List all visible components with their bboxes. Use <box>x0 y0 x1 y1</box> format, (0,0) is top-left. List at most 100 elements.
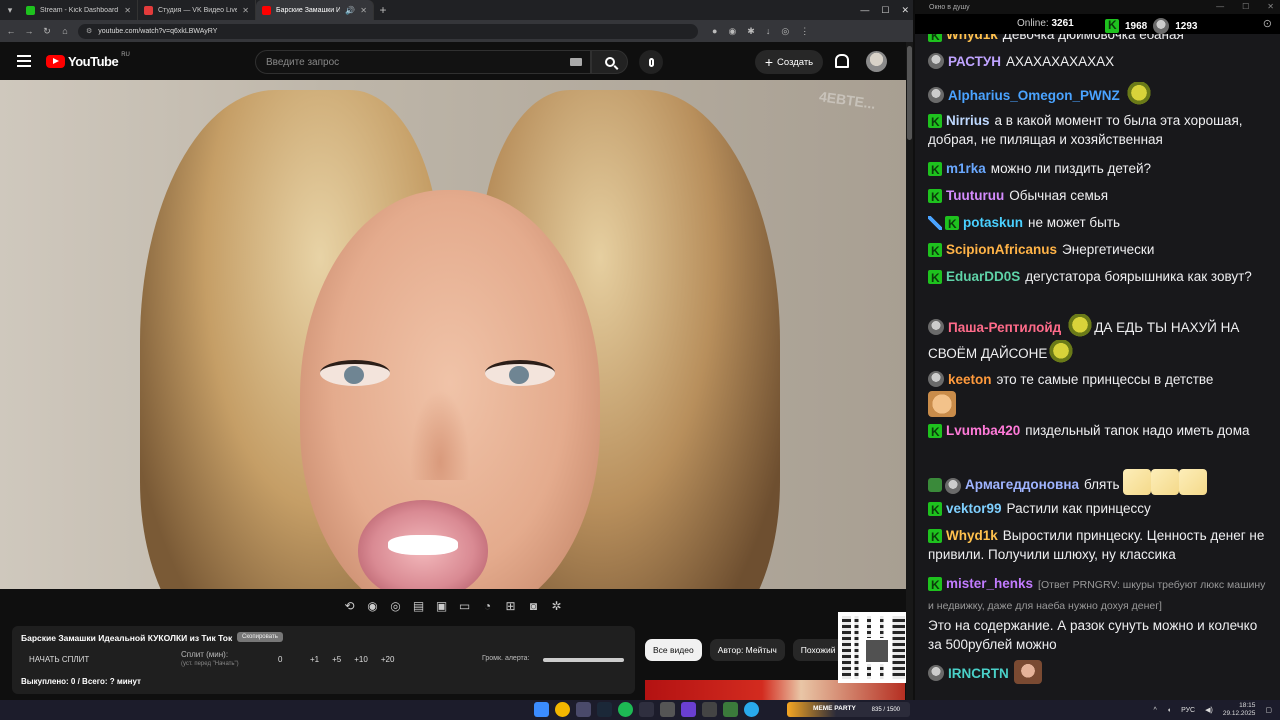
chat-username[interactable]: Lvumba420 <box>946 423 1020 438</box>
speaker-icon[interactable]: 🔊 <box>345 6 355 15</box>
chat-username[interactable]: Tuuturuu <box>946 188 1004 203</box>
create-button[interactable]: + Создать <box>755 50 823 74</box>
clapper-icon[interactable]: ▤ <box>412 599 426 613</box>
chat-username[interactable]: vektor99 <box>946 501 1002 516</box>
close-tab-icon[interactable]: ✕ <box>124 6 131 15</box>
add-screen-icon[interactable]: ⊞ <box>504 599 518 613</box>
chip-author[interactable]: Автор: Мейтыч <box>709 639 785 661</box>
close-window-icon[interactable]: ✕ <box>901 5 909 16</box>
message-badges <box>928 576 942 595</box>
chat-username[interactable]: IRNCRTN <box>948 666 1009 681</box>
close-window-icon[interactable]: ✕ <box>1267 2 1274 11</box>
screenshot-icon[interactable]: ◙ <box>527 599 541 613</box>
new-tab-icon[interactable]: + <box>374 3 392 17</box>
region-code: RU <box>121 52 130 58</box>
meme-party-label: MEME PARTY <box>813 705 856 712</box>
pepe-emote-icon <box>1047 340 1076 364</box>
start-split-button[interactable]: НАЧАТЬ СПЛИТ <box>29 655 89 664</box>
notifications-bell-icon[interactable] <box>834 54 849 68</box>
back-icon[interactable]: ← <box>6 26 16 36</box>
chevron-up-icon[interactable]: ^ <box>1154 707 1157 714</box>
loop-icon[interactable]: ⟲ <box>343 599 357 613</box>
download-icon[interactable]: ↓ <box>766 26 771 37</box>
search-button[interactable] <box>591 50 628 74</box>
telegram-icon[interactable] <box>744 702 759 717</box>
minimize-icon[interactable]: — <box>1216 2 1224 11</box>
tab-kick-dashboard[interactable]: Stream - Kick Dashboard ✕ <box>20 0 138 20</box>
search-input[interactable]: Введите запрос <box>255 50 591 74</box>
spotify-icon[interactable] <box>618 702 633 717</box>
plus-20-button[interactable]: +20 <box>381 655 395 664</box>
chat-username[interactable]: Alpharius_Omegon_PWNZ <box>948 88 1120 103</box>
chat-username[interactable]: Whyd1k <box>946 34 998 42</box>
watch-icon[interactable]: ◎ <box>389 599 403 613</box>
page-scrollbar[interactable] <box>906 42 913 700</box>
close-tab-icon[interactable]: ✕ <box>242 6 249 15</box>
menu-dots-icon[interactable]: ⋮ <box>800 26 809 37</box>
chat-username[interactable]: Whyd1k <box>946 528 998 543</box>
voice-search-button[interactable] <box>639 50 663 74</box>
theater-icon[interactable]: ▭ <box>458 599 472 613</box>
steam-icon[interactable] <box>597 702 612 717</box>
chat-username[interactable]: Армагеддоновна <box>965 477 1079 492</box>
hamburger-menu-icon[interactable] <box>17 55 31 67</box>
video-player[interactable]: 4EBTE... <box>0 80 906 589</box>
alert-volume-slider[interactable] <box>543 658 624 662</box>
broadcast-icon[interactable]: ◉ <box>366 599 380 613</box>
youtube-logo[interactable]: YouTube RU <box>46 52 130 69</box>
chat-username[interactable]: Паша-Рептилойд <box>948 320 1061 335</box>
chat-username[interactable]: EduarDD0S <box>946 269 1020 284</box>
meme-party-widget[interactable]: MEME PARTY 835 / 1500 <box>787 702 910 717</box>
home-icon[interactable]: ⌂ <box>60 26 70 36</box>
address-bar[interactable]: ⚙ youtube.com/watch?v=q6xkLBWAyRY <box>78 23 698 39</box>
maximize-icon[interactable]: ☐ <box>1242 2 1249 11</box>
volume-icon[interactable]: ◀) <box>1205 706 1213 714</box>
maximize-icon[interactable]: ☐ <box>881 5 889 16</box>
mic-icon[interactable]: ◖ <box>1167 707 1171 714</box>
chat-username[interactable]: keeton <box>948 372 992 387</box>
plus-1-button[interactable]: +1 <box>310 655 319 664</box>
tab-youtube-video[interactable]: Барские Замашки Идеальной 🔊 ✕ <box>256 0 374 20</box>
profile-icon[interactable]: ◎ <box>781 26 789 37</box>
kick-icon <box>928 501 942 520</box>
app-icon[interactable] <box>660 702 675 717</box>
reload-icon[interactable]: ↻ <box>42 26 52 37</box>
chat-settings-icon[interactable]: ⊙ <box>1263 17 1272 30</box>
chat-username[interactable]: ScipionAfricanus <box>946 242 1057 257</box>
notifications-icon[interactable]: ▢ <box>1265 706 1272 714</box>
settings-gear-icon[interactable]: ✲ <box>550 599 564 613</box>
recommended-video-thumbnail[interactable] <box>645 680 905 700</box>
picture-in-picture-icon[interactable]: ▣ <box>435 599 449 613</box>
tab-vk-studio[interactable]: Студия — VK Видео Live ✕ <box>138 0 256 20</box>
puzzle-icon[interactable]: ✱ <box>747 26 755 37</box>
chrome-icon[interactable] <box>555 702 570 717</box>
app-icon[interactable] <box>702 702 717 717</box>
plus-5-button[interactable]: +5 <box>332 655 341 664</box>
start-menu-icon[interactable] <box>534 702 549 717</box>
scrollbar-thumb[interactable] <box>907 46 912 140</box>
minimize-icon[interactable]: — <box>860 5 869 15</box>
close-tab-icon[interactable]: ✕ <box>360 6 367 15</box>
chat-username[interactable]: РАСТУН <box>948 54 1001 69</box>
copy-button[interactable]: Скопировать <box>237 632 283 642</box>
tab-search-icon[interactable]: ▾ <box>0 0 20 20</box>
language-indicator[interactable]: РУС <box>1181 707 1195 714</box>
extension-icon[interactable]: ● <box>712 26 717 37</box>
plus-10-button[interactable]: +10 <box>354 655 368 664</box>
app-icon[interactable] <box>576 702 591 717</box>
app-icon[interactable] <box>681 702 696 717</box>
chip-all-videos[interactable]: Все видео <box>645 639 702 661</box>
chat-username[interactable]: potaskun <box>963 215 1023 230</box>
keyboard-icon[interactable] <box>570 58 582 66</box>
extension-icon[interactable]: ◉ <box>728 26 736 37</box>
chat-username[interactable]: Nirrius <box>946 113 990 128</box>
clock[interactable]: 18:15 29.12.2025 <box>1223 702 1256 718</box>
speed-icon[interactable]: ◔ <box>481 599 495 613</box>
site-info-icon[interactable]: ⚙ <box>86 27 92 35</box>
obs-icon[interactable] <box>639 702 654 717</box>
forward-icon[interactable]: → <box>24 26 34 36</box>
avatar[interactable] <box>866 51 887 72</box>
chat-username[interactable]: m1rka <box>946 161 986 176</box>
chat-username[interactable]: mister_henks <box>946 576 1033 591</box>
app-icon[interactable] <box>723 702 738 717</box>
